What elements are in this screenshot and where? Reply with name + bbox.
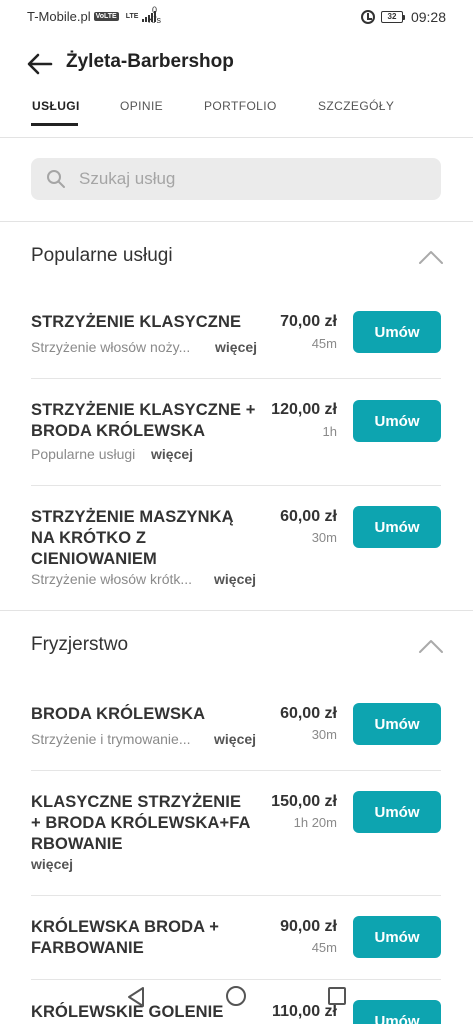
- service-name[interactable]: KLASYCZNE STRZYŻENIE + BRODA KRÓLEWSKA+F…: [31, 792, 253, 855]
- system-nav-bar: [0, 983, 473, 1024]
- tab-bar: USŁUGI OPINIE PORTFOLIO SZCZEGÓŁY: [0, 88, 473, 138]
- service-price: 120,00 zł: [271, 401, 337, 418]
- carrier-name: T-Mobile.pl: [27, 9, 91, 24]
- page-title: Żyleta-Barbershop: [66, 51, 234, 72]
- divider: [0, 610, 473, 611]
- search-icon: [47, 170, 65, 188]
- service-duration: 30m: [311, 530, 337, 545]
- nav-home-icon[interactable]: [226, 986, 246, 1006]
- status-left: T-Mobile.pl VoLTE LTE: [27, 9, 157, 24]
- tab-details[interactable]: SZCZEGÓŁY: [318, 99, 394, 113]
- battery-icon: 32: [380, 11, 405, 23]
- status-bar: T-Mobile.pl VoLTE LTE 0 K/s 32 09:28: [0, 0, 473, 34]
- service-price: 70,00 zł: [280, 313, 337, 330]
- speed-value: 0: [152, 5, 158, 15]
- chevron-up-icon[interactable]: [418, 249, 444, 265]
- more-link[interactable]: więcej: [31, 856, 73, 872]
- battery-level: 32: [380, 11, 403, 23]
- section-title-hairdressing: Fryzjerstwo: [31, 634, 129, 655]
- lte-label: LTE: [125, 13, 139, 20]
- book-button[interactable]: Umów: [353, 791, 441, 833]
- row-divider: [31, 485, 441, 486]
- service-duration: 45m: [311, 336, 337, 351]
- service-description: Strzyżenie włosów krótk...: [31, 571, 193, 587]
- speed-unit: K/s: [148, 15, 162, 25]
- more-link[interactable]: więcej: [214, 571, 256, 587]
- network-speed: 0 K/s: [148, 5, 161, 25]
- active-tab-indicator: [31, 123, 78, 126]
- nav-back-icon[interactable]: [126, 986, 146, 1008]
- tab-portfolio[interactable]: PORTFOLIO: [204, 99, 277, 113]
- service-name[interactable]: STRZYŻENIE KLASYCZNE + BRODA KRÓLEWSKA: [31, 400, 261, 442]
- alarm-icon: [360, 10, 375, 24]
- divider: [0, 221, 473, 222]
- tab-reviews[interactable]: OPINIE: [120, 99, 163, 113]
- service-description: Strzyżenie i trymowanie...: [31, 731, 191, 747]
- service-price: 60,00 zł: [280, 508, 337, 525]
- more-link[interactable]: więcej: [215, 339, 257, 355]
- service-description: Strzyżenie włosów noży...: [31, 339, 191, 355]
- service-name[interactable]: BRODA KRÓLEWSKA: [31, 704, 256, 725]
- service-duration: 1h: [322, 424, 337, 439]
- service-duration: 45m: [311, 940, 337, 955]
- row-divider: [31, 895, 441, 896]
- service-description: Popularne usługi: [31, 446, 136, 462]
- service-price: 60,00 zł: [280, 705, 337, 722]
- search-bar[interactable]: [31, 158, 441, 200]
- book-button[interactable]: Umów: [353, 506, 441, 548]
- service-name[interactable]: KRÓLEWSKA BRODA + FARBOWANIE: [31, 917, 256, 959]
- book-button[interactable]: Umów: [353, 400, 441, 442]
- service-duration: 1h 20m: [293, 815, 337, 830]
- book-button[interactable]: Umów: [353, 916, 441, 958]
- service-duration: 30m: [311, 727, 337, 742]
- row-divider: [31, 378, 441, 379]
- clock: 09:28: [410, 9, 446, 25]
- service-name[interactable]: STRZYŻENIE KLASYCZNE: [31, 312, 256, 333]
- nav-recents-icon[interactable]: [328, 987, 346, 1005]
- book-button[interactable]: Umów: [353, 311, 441, 353]
- section-title-popular: Popularne usługi: [31, 245, 173, 266]
- back-button[interactable]: [24, 48, 56, 80]
- row-divider: [31, 979, 441, 980]
- status-right: 32 09:28: [360, 9, 446, 25]
- service-name[interactable]: STRZYŻENIE MASZYNKĄ NA KRÓTKO Z CIENIOWA…: [31, 507, 256, 570]
- more-link[interactable]: więcej: [214, 731, 256, 747]
- tab-services[interactable]: USŁUGI: [32, 99, 80, 113]
- chevron-up-icon[interactable]: [418, 638, 444, 654]
- row-divider: [31, 770, 441, 771]
- more-link[interactable]: więcej: [151, 446, 193, 462]
- service-price: 150,00 zł: [271, 793, 337, 810]
- search-input[interactable]: [79, 158, 429, 200]
- service-price: 90,00 zł: [280, 918, 337, 935]
- volte-icon: VoLTE: [93, 12, 119, 21]
- arrow-left-icon: [27, 53, 53, 75]
- book-button[interactable]: Umów: [353, 703, 441, 745]
